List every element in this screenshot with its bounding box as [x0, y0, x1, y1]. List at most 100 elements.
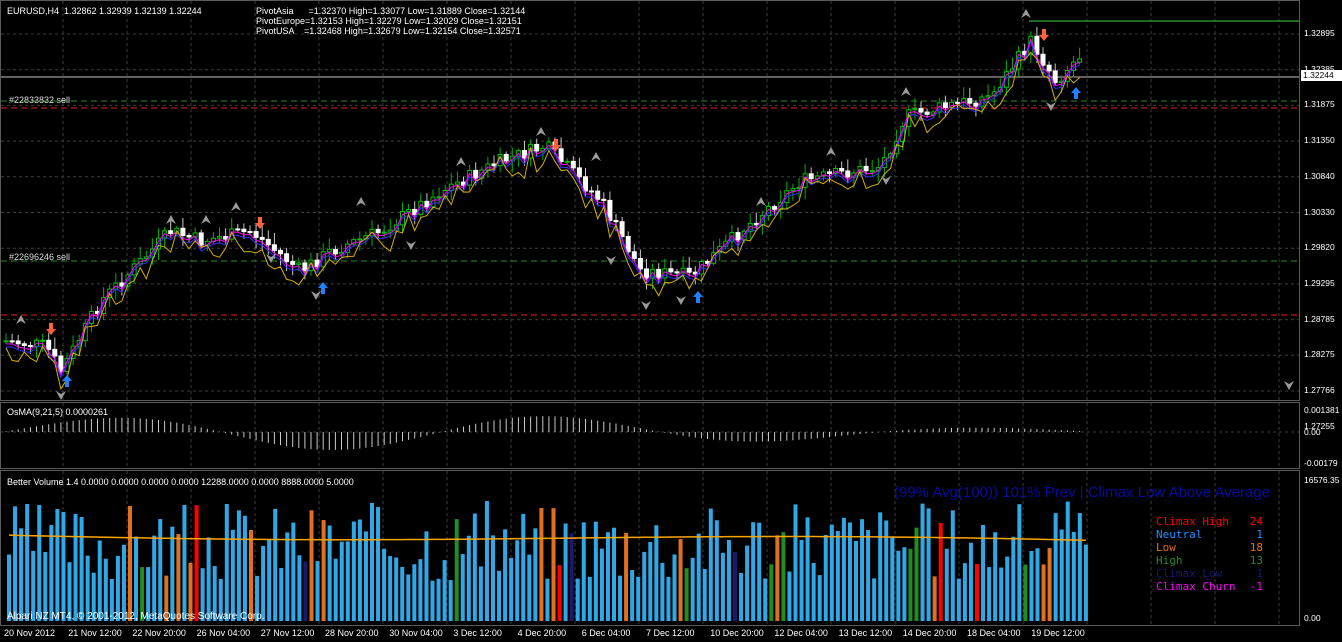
candlestick-chart[interactable]: [1, 1, 1300, 401]
time-tick: 4 Dec 20:00: [517, 628, 567, 638]
candle-body: [217, 236, 222, 239]
buy-signal-arrow: [693, 291, 703, 303]
volume-bar: [297, 555, 302, 621]
volume-bar: [902, 547, 907, 621]
time-tick: 19 Dec 12:00: [1031, 628, 1085, 638]
candle-body: [186, 234, 192, 238]
volume-bar: [787, 571, 792, 621]
volume-bar: [339, 541, 344, 621]
legend-label: Low: [1156, 541, 1176, 554]
volume-bar: [914, 527, 919, 621]
candle-body: [637, 257, 643, 270]
price-tick: 1.31875: [1304, 99, 1335, 110]
volume-bar: [315, 561, 320, 621]
candle-body: [3, 340, 9, 343]
volume-bar: [363, 531, 368, 621]
volume-bar: [224, 503, 229, 621]
candle-body: [406, 208, 412, 213]
volume-bar: [261, 545, 266, 621]
fractal-arrow: [881, 176, 891, 185]
osma-label: OsMA(9,21,5) 0.0000261: [7, 407, 109, 417]
candle-body: [973, 102, 979, 107]
moving-average: [5, 37, 1080, 376]
price-tick: 1.28275: [1304, 349, 1335, 360]
volume-bar: [121, 544, 126, 621]
volume-bar: [1059, 529, 1064, 621]
candle-body: [40, 339, 46, 342]
candle-body: [576, 167, 582, 178]
candle-body: [772, 206, 778, 210]
volume-bar: [230, 529, 235, 621]
candle-body: [839, 167, 845, 172]
volume-bar: [648, 542, 653, 621]
volume-bar: [660, 562, 665, 621]
volume-bar: [618, 575, 623, 621]
volume-bar: [708, 508, 713, 621]
fractal-arrow: [356, 197, 366, 206]
volume-bar: [612, 527, 616, 621]
volume-bar: [593, 521, 598, 621]
volume-bar: [781, 532, 786, 621]
candle-body: [375, 228, 381, 234]
volume-bar: [878, 512, 883, 621]
volume-bar: [872, 578, 877, 621]
volume-bar: [454, 519, 459, 621]
candle-body: [613, 219, 619, 223]
volume-pane[interactable]: Better Volume 1.4 0.0000 0.0000 0.0000 0…: [0, 470, 1300, 626]
volume-bar: [497, 570, 502, 621]
candle-body: [668, 268, 674, 273]
pivot-asia: PivotAsia =1.32370 High=1.33077 Low=1.31…: [256, 6, 526, 16]
candle-body: [58, 355, 64, 372]
volume-bar: [799, 539, 804, 621]
volume-bar: [581, 522, 586, 621]
time-tick: 22 Nov 20:00: [132, 628, 186, 638]
volume-bar: [926, 508, 931, 621]
volume-bar: [345, 541, 350, 621]
volume-bar: [291, 522, 296, 621]
candle-body: [381, 231, 387, 234]
candle-body: [21, 343, 27, 346]
legend-label: Neutral: [1156, 528, 1203, 541]
candle-body: [284, 253, 290, 263]
volume-bar: [1017, 504, 1022, 621]
fractal-arrow: [641, 301, 651, 310]
current-price-label: 1.32244: [1301, 70, 1342, 81]
time-tick: 21 Nov 12:00: [68, 628, 122, 638]
legend-value: -1: [1249, 580, 1263, 593]
volume-bar: [1077, 513, 1082, 621]
volume-bar: [841, 517, 846, 621]
osma-pane[interactable]: OsMA(9,21,5) 0.0000261: [0, 402, 1300, 469]
fractal-arrow: [536, 127, 546, 136]
volume-bar: [854, 541, 858, 621]
volume-bar: [376, 507, 381, 621]
volume-bar: [896, 550, 901, 621]
candle-body: [1052, 70, 1058, 84]
fractal-arrow: [231, 202, 241, 211]
volume-bar: [696, 533, 701, 621]
candle-body: [241, 228, 247, 233]
candle-body: [735, 232, 741, 241]
candle-body: [503, 153, 509, 162]
legend-value: 1: [1256, 567, 1263, 580]
sell-signal-arrow: [1039, 29, 1049, 41]
candle-body: [265, 238, 271, 246]
volume-bar: [1083, 544, 1088, 621]
volume-bar: [303, 561, 308, 621]
price-chart-pane[interactable]: EURUSD,H4 1.32862 1.32939 1.32139 1.3224…: [0, 0, 1300, 401]
candle-body: [686, 267, 692, 273]
candle-body: [869, 170, 875, 173]
volume-label: Better Volume 1.4 0.0000 0.0000 0.0000 0…: [7, 477, 354, 487]
volume-bar: [472, 513, 477, 621]
candle-body: [619, 221, 625, 237]
volume-bar: [158, 519, 163, 621]
volume-bar: [418, 559, 423, 621]
candle-body: [918, 108, 924, 113]
price-tick: 1.27766: [1304, 385, 1335, 396]
price-tick: 1.31350: [1304, 135, 1335, 146]
candle-body: [1077, 58, 1083, 63]
volume-bar: [321, 520, 326, 621]
candle-body: [570, 160, 576, 169]
volume-bar: [733, 551, 737, 621]
fractal-arrow: [826, 147, 836, 156]
volume-bar: [1011, 536, 1016, 621]
